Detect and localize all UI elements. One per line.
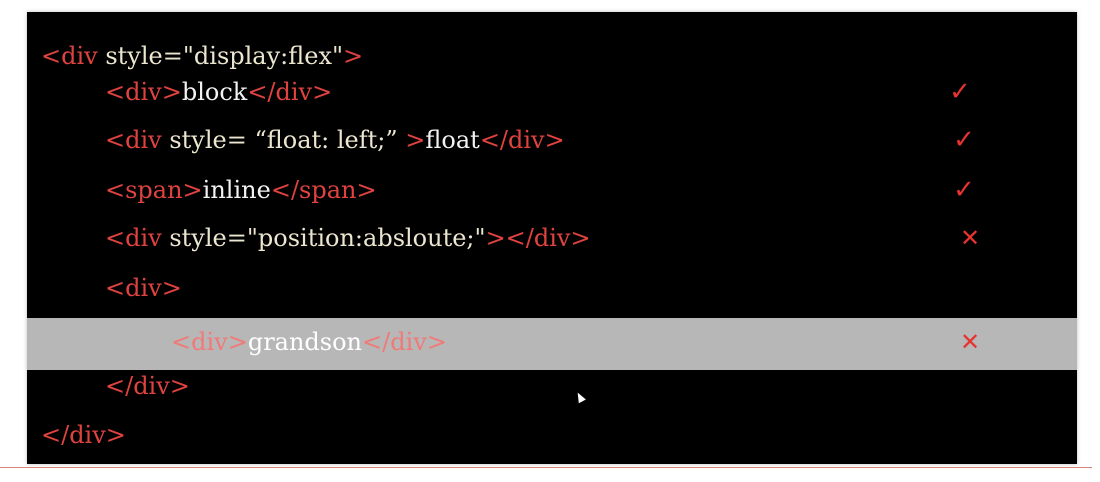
divider <box>0 467 1092 468</box>
attribute-name: style= <box>161 126 255 154</box>
cross-mark-icon: ✕ <box>959 328 981 356</box>
open-tag: <span> <box>105 176 203 204</box>
code-line-block: <div>block</div> ✓ <box>27 68 1100 116</box>
code-panel: <div style="display:flex"> <div>block</d… <box>27 12 1077 464</box>
tag-bracket: > <box>485 224 506 252</box>
attribute-name: style= <box>97 42 183 70</box>
code-line-wrapper-open: <div> <box>27 264 1100 312</box>
close-tag: </div> <box>505 224 591 252</box>
attribute-value: "display:flex" <box>182 42 344 70</box>
code-line-float: <div style= “float: left;” >float</div> ✓ <box>27 116 1100 164</box>
code-line-flex-close: </div> <box>27 411 1091 459</box>
tag-bracket: > <box>405 126 426 154</box>
attribute-name: style= <box>161 224 247 252</box>
code-line-absolute: <div style="position:absloute;"></div> ✕ <box>27 214 1100 262</box>
code-line-inline: <span>inline</span> ✓ <box>27 166 1100 214</box>
check-mark-icon: ✓ <box>953 175 975 205</box>
element-text: float <box>425 126 480 154</box>
cross-mark-icon: ✕ <box>959 224 981 252</box>
check-mark-icon: ✓ <box>953 125 975 155</box>
code-line-wrapper-close: </div> <box>27 362 1100 410</box>
close-tag: </div> <box>247 78 333 106</box>
check-mark-icon: ✓ <box>949 77 971 107</box>
tag-bracket: > <box>343 42 364 70</box>
close-tag: </div> <box>41 421 126 449</box>
element-text: grandson <box>247 328 363 356</box>
close-tag: </span> <box>270 176 377 204</box>
element-text: block <box>181 78 248 106</box>
open-tag: <div> <box>105 78 182 106</box>
element-text: inline <box>202 176 271 204</box>
close-tag: </div> <box>362 328 447 356</box>
close-tag: </div> <box>105 372 190 400</box>
open-tag: <div <box>105 224 162 252</box>
close-tag: </div> <box>479 126 565 154</box>
attribute-value: "position:absloute;" <box>246 224 486 252</box>
open-tag: <div> <box>171 328 248 356</box>
open-tag: <div <box>105 126 162 154</box>
attribute-value: “float: left;” <box>254 126 406 154</box>
open-tag: <div <box>41 42 98 70</box>
open-tag: <div> <box>105 274 182 302</box>
